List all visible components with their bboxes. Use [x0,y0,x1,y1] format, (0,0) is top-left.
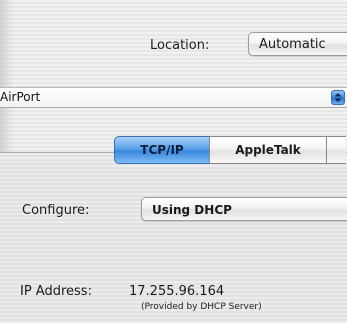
configure-label: Configure: [22,203,90,218]
location-label: Location: [150,38,210,53]
location-row: Location: Automatic [0,28,347,68]
tab-tcpip[interactable]: TCP/IP [114,136,210,164]
tab-next-partial[interactable] [326,136,346,164]
configure-popup-value: Using DHCP [152,203,232,217]
configure-popup[interactable]: Using DHCP [141,197,347,221]
ip-address-note: (Provided by DHCP Server) [141,302,262,312]
ip-address-value: 17.255.96.164 [129,284,225,299]
tab-appletalk[interactable]: AppleTalk [209,136,327,164]
ip-address-label: IP Address: [20,284,92,299]
tab-bar: TCP/IP AppleTalk [114,136,346,166]
up-down-arrows-icon[interactable] [331,90,345,105]
location-popup-value: Automatic [259,37,326,52]
show-popup[interactable]: AirPort [0,87,347,108]
location-popup[interactable]: Automatic [248,32,347,56]
show-popup-value: AirPort [0,90,41,104]
